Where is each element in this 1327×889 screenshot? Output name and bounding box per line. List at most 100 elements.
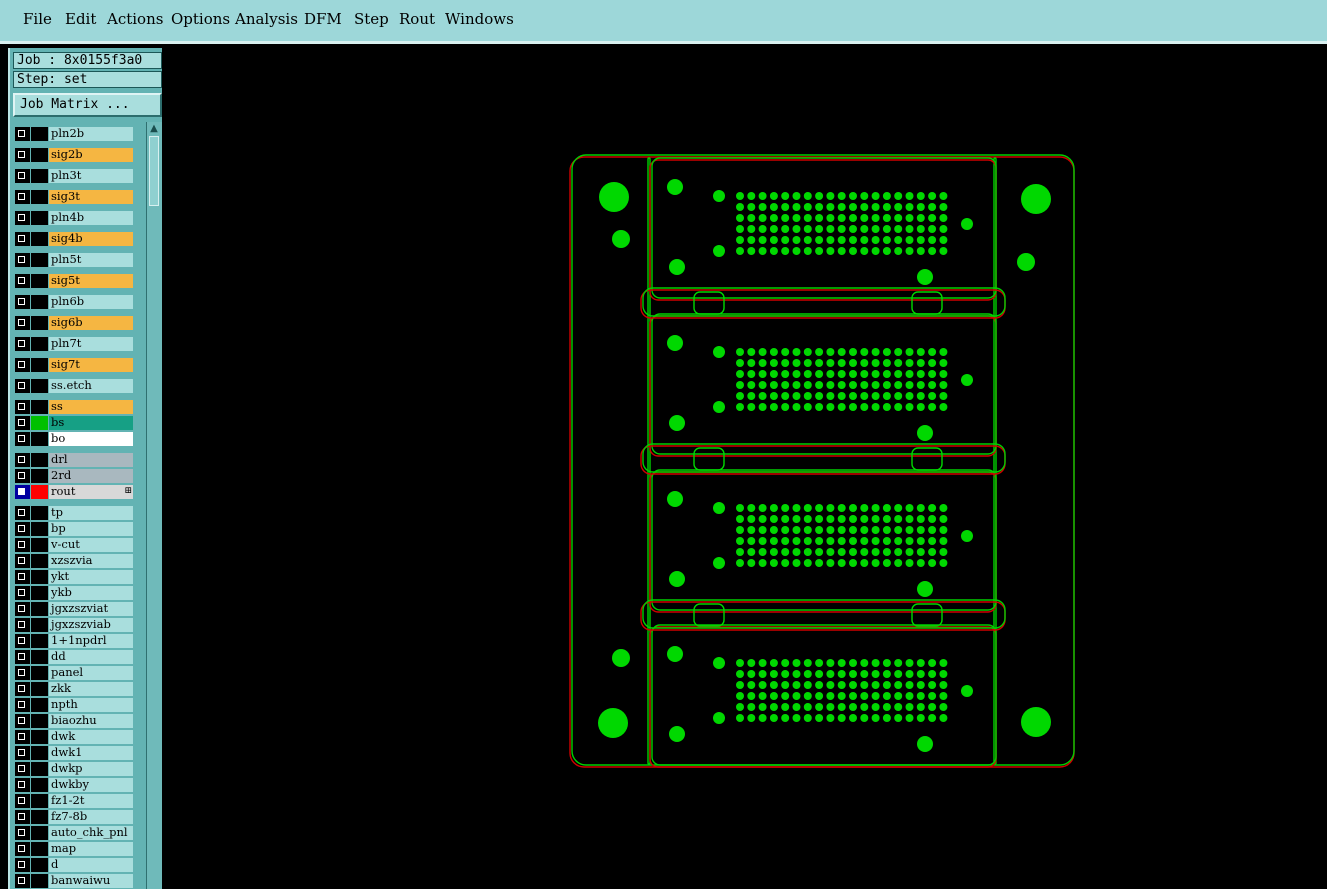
- layer-checkbox[interactable]: [15, 586, 30, 600]
- layer-row-sig7t[interactable]: sig7t: [15, 358, 133, 372]
- layer-row-zkk[interactable]: zkk: [15, 682, 133, 696]
- layer-checkbox[interactable]: [15, 874, 30, 888]
- layer-row-sig3t[interactable]: sig3t: [15, 190, 133, 204]
- layer-row-ss[interactable]: ss: [15, 400, 133, 414]
- layer-color-swatch[interactable]: [31, 253, 48, 267]
- layer-row-pln4b[interactable]: pln4b: [15, 211, 133, 225]
- layer-name[interactable]: dwk: [49, 730, 133, 744]
- layer-checkbox[interactable]: [15, 858, 30, 872]
- layer-name[interactable]: v-cut: [49, 538, 133, 552]
- layer-name[interactable]: jgxzszviab: [49, 618, 133, 632]
- layer-checkbox[interactable]: [15, 469, 30, 483]
- layer-checkbox[interactable]: [15, 416, 30, 430]
- layer-name[interactable]: rout ⊞: [49, 485, 133, 499]
- menu-actions[interactable]: Actions: [107, 10, 163, 28]
- layer-row-ykb[interactable]: ykb: [15, 586, 133, 600]
- layer-row-drl[interactable]: drl: [15, 453, 133, 467]
- layer-color-swatch[interactable]: [31, 211, 48, 225]
- layer-row-fz1-2t[interactable]: fz1-2t: [15, 794, 133, 808]
- layer-color-swatch[interactable]: [31, 432, 48, 446]
- layer-checkbox[interactable]: [15, 762, 30, 776]
- layer-name[interactable]: sig2b: [49, 148, 133, 162]
- layer-row-biaozhu[interactable]: biaozhu: [15, 714, 133, 728]
- layer-color-swatch[interactable]: [31, 169, 48, 183]
- layer-checkbox[interactable]: [15, 826, 30, 840]
- layer-color-swatch[interactable]: [31, 469, 48, 483]
- layer-checkbox[interactable]: [15, 730, 30, 744]
- layer-name[interactable]: pln4b: [49, 211, 133, 225]
- layer-row-bs[interactable]: bs: [15, 416, 133, 430]
- layer-color-swatch[interactable]: [31, 295, 48, 309]
- layer-name[interactable]: ss.etch: [49, 379, 133, 393]
- layer-row-tp[interactable]: tp: [15, 506, 133, 520]
- layer-row-auto-chk-pnl[interactable]: auto_chk_pnl: [15, 826, 133, 840]
- layer-color-swatch[interactable]: [31, 506, 48, 520]
- layer-color-swatch[interactable]: [31, 554, 48, 568]
- layer-row-pln2b[interactable]: pln2b: [15, 127, 133, 141]
- layer-row-sig2b[interactable]: sig2b: [15, 148, 133, 162]
- layer-color-swatch[interactable]: [31, 874, 48, 888]
- layer-row-banwaiwu[interactable]: banwaiwu: [15, 874, 133, 888]
- layer-row-xzszvia[interactable]: xzszvia: [15, 554, 133, 568]
- layer-row-bo[interactable]: bo: [15, 432, 133, 446]
- layer-checkbox[interactable]: [15, 148, 30, 162]
- layer-checkbox[interactable]: [15, 810, 30, 824]
- layer-row-fz7-8b[interactable]: fz7-8b: [15, 810, 133, 824]
- layer-name[interactable]: pln7t: [49, 337, 133, 351]
- layer-row-v-cut[interactable]: v-cut: [15, 538, 133, 552]
- layer-name[interactable]: sig3t: [49, 190, 133, 204]
- layer-color-swatch[interactable]: [31, 337, 48, 351]
- layer-checkbox[interactable]: [15, 337, 30, 351]
- layer-color-swatch[interactable]: [31, 400, 48, 414]
- layer-color-swatch[interactable]: [31, 618, 48, 632]
- layer-row-bp[interactable]: bp: [15, 522, 133, 536]
- layer-name[interactable]: sig5t: [49, 274, 133, 288]
- layer-name[interactable]: zkk: [49, 682, 133, 696]
- layer-name[interactable]: pln6b: [49, 295, 133, 309]
- layer-checkbox[interactable]: [15, 453, 30, 467]
- layer-name[interactable]: fz1-2t: [49, 794, 133, 808]
- layer-color-swatch[interactable]: [31, 698, 48, 712]
- layer-row-dwk1[interactable]: dwk1: [15, 746, 133, 760]
- layer-color-swatch[interactable]: [31, 778, 48, 792]
- graphics-canvas[interactable]: [163, 47, 1327, 889]
- layer-color-swatch[interactable]: [31, 666, 48, 680]
- layer-name[interactable]: pln2b: [49, 127, 133, 141]
- layer-color-swatch[interactable]: [31, 762, 48, 776]
- menu-edit[interactable]: Edit: [65, 10, 96, 28]
- layer-list-scrollbar[interactable]: ▲: [146, 122, 162, 889]
- layer-name[interactable]: dwk1: [49, 746, 133, 760]
- layer-name[interactable]: fz7-8b: [49, 810, 133, 824]
- layer-row-sig5t[interactable]: sig5t: [15, 274, 133, 288]
- layer-name[interactable]: dwkp: [49, 762, 133, 776]
- layer-name[interactable]: sig6b: [49, 316, 133, 330]
- layer-name[interactable]: xzszvia: [49, 554, 133, 568]
- scrollbar-thumb[interactable]: [149, 136, 159, 206]
- layer-row-dd[interactable]: dd: [15, 650, 133, 664]
- layer-checkbox[interactable]: [15, 190, 30, 204]
- layer-checkbox[interactable]: [15, 127, 30, 141]
- layer-color-swatch[interactable]: [31, 274, 48, 288]
- layer-row-sig4b[interactable]: sig4b: [15, 232, 133, 246]
- layer-color-swatch[interactable]: [31, 602, 48, 616]
- layer-row-jgxzszviat[interactable]: jgxzszviat: [15, 602, 133, 616]
- layer-checkbox[interactable]: [15, 232, 30, 246]
- layer-color-swatch[interactable]: [31, 316, 48, 330]
- menu-options[interactable]: Options: [171, 10, 230, 28]
- layer-color-swatch[interactable]: [31, 586, 48, 600]
- layer-color-swatch[interactable]: [31, 148, 48, 162]
- layer-color-swatch[interactable]: [31, 570, 48, 584]
- layer-checkbox[interactable]: [15, 253, 30, 267]
- layer-checkbox[interactable]: [15, 522, 30, 536]
- layer-color-swatch[interactable]: [31, 453, 48, 467]
- layer-row-pln7t[interactable]: pln7t: [15, 337, 133, 351]
- layer-name[interactable]: bs: [49, 416, 133, 430]
- layer-row-d[interactable]: d: [15, 858, 133, 872]
- layer-color-swatch[interactable]: [31, 522, 48, 536]
- layer-checkbox[interactable]: [15, 682, 30, 696]
- layer-row-dwk[interactable]: dwk: [15, 730, 133, 744]
- menu-step[interactable]: Step: [354, 10, 389, 28]
- layer-name[interactable]: 2rd: [49, 469, 133, 483]
- layer-color-swatch[interactable]: [31, 190, 48, 204]
- layer-checkbox[interactable]: [15, 778, 30, 792]
